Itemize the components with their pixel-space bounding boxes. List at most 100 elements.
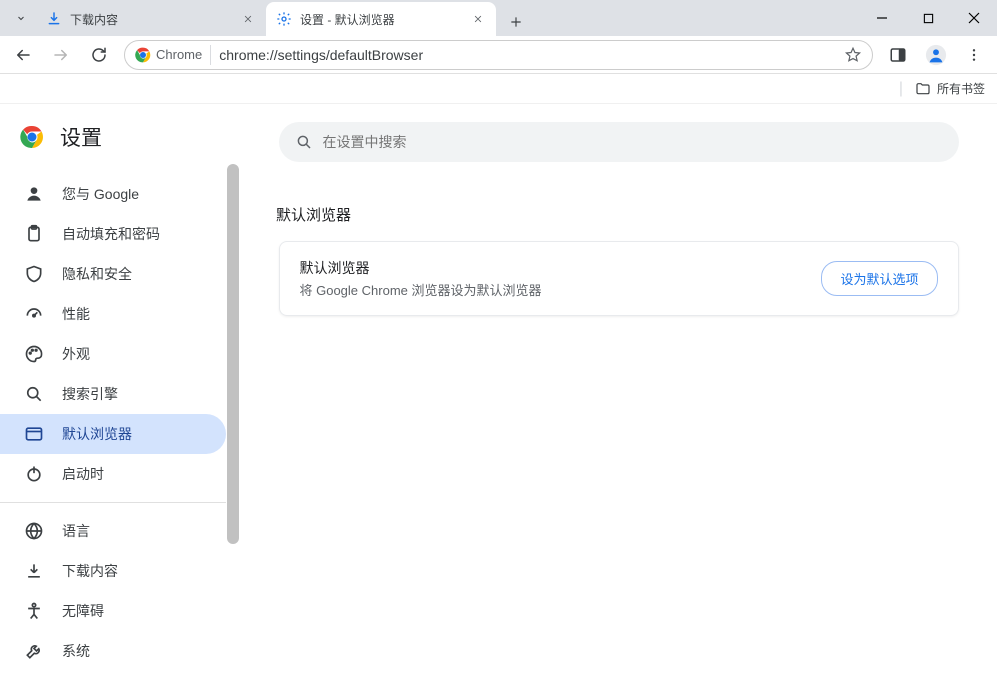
sidebar-item-label: 下载内容 xyxy=(62,561,118,581)
default-browser-card: 默认浏览器 将 Google Chrome 浏览器设为默认浏览器 设为默认选项 xyxy=(279,241,959,316)
palette-icon xyxy=(24,344,44,364)
page-title: 设置 xyxy=(60,122,102,152)
chrome-icon xyxy=(135,47,151,63)
sidebar-item-autofill[interactable]: 自动填充和密码 xyxy=(0,214,226,254)
close-window-button[interactable] xyxy=(951,0,997,36)
accessibility-icon xyxy=(24,601,44,621)
nav-list: 您与 Google 自动填充和密码 隐私和安全 性能 外观 搜索引擎 xyxy=(0,174,240,671)
arrow-left-icon xyxy=(14,46,32,64)
card-title: 默认浏览器 xyxy=(300,258,542,278)
arrow-right-icon xyxy=(52,46,70,64)
forward-button[interactable] xyxy=(44,38,78,72)
wrench-icon xyxy=(24,641,44,661)
sidebar-item-accessibility[interactable]: 无障碍 xyxy=(0,591,226,631)
sidebar-item-languages[interactable]: 语言 xyxy=(0,511,226,551)
star-icon xyxy=(844,46,862,64)
search-icon xyxy=(24,384,44,404)
settings-brand: 设置 xyxy=(0,122,240,174)
minimize-button[interactable] xyxy=(859,0,905,36)
sidebar-item-default-browser[interactable]: 默认浏览器 xyxy=(0,414,226,454)
side-panel-icon xyxy=(889,46,907,64)
globe-icon xyxy=(24,521,44,541)
divider xyxy=(0,502,226,503)
scrollbar-thumb[interactable] xyxy=(227,164,239,544)
sidebar-item-label: 外观 xyxy=(62,344,90,364)
sidebar-item-search-engine[interactable]: 搜索引擎 xyxy=(0,374,226,414)
tab-search-button[interactable] xyxy=(6,0,36,36)
new-tab-button[interactable] xyxy=(502,8,530,36)
maximize-icon xyxy=(923,13,934,24)
menu-button[interactable] xyxy=(957,38,991,72)
sidebar-item-label: 默认浏览器 xyxy=(62,424,132,444)
speedometer-icon xyxy=(24,304,44,324)
url-text: chrome://settings/defaultBrowser xyxy=(219,47,423,63)
sidebar-item-you-and-google[interactable]: 您与 Google xyxy=(0,174,226,214)
all-bookmarks-label: 所有书签 xyxy=(937,80,985,97)
sidebar-item-label: 您与 Google xyxy=(62,184,139,204)
sidebar-item-label: 隐私和安全 xyxy=(62,264,132,284)
bookmarks-bar: | 所有书签 xyxy=(0,74,997,104)
chevron-down-icon xyxy=(15,12,27,24)
browser-icon xyxy=(24,424,44,444)
side-panel-button[interactable] xyxy=(881,38,915,72)
search-icon xyxy=(295,133,313,151)
close-icon[interactable] xyxy=(470,11,486,27)
settings-page: 设置 您与 Google 自动填充和密码 隐私和安全 性能 外观 xyxy=(0,104,997,675)
sidebar-item-label: 自动填充和密码 xyxy=(62,224,160,244)
make-default-button[interactable]: 设为默认选项 xyxy=(821,261,937,296)
clipboard-icon xyxy=(24,224,44,244)
tab-title: 设置 - 默认浏览器 xyxy=(300,11,462,28)
download-icon xyxy=(24,561,44,581)
bookmark-star-button[interactable] xyxy=(844,46,862,64)
settings-sidebar: 设置 您与 Google 自动填充和密码 隐私和安全 性能 外观 xyxy=(0,104,240,675)
sidebar-item-system[interactable]: 系统 xyxy=(0,631,226,671)
settings-main: 默认浏览器 默认浏览器 将 Google Chrome 浏览器设为默认浏览器 设… xyxy=(240,104,997,675)
sidebar-item-downloads[interactable]: 下载内容 xyxy=(0,551,226,591)
sidebar-item-performance[interactable]: 性能 xyxy=(0,294,226,334)
toolbar: Chrome chrome://settings/defaultBrowser xyxy=(0,36,997,74)
window-controls xyxy=(859,0,997,36)
tab-strip: 下载内容 设置 - 默认浏览器 xyxy=(0,0,997,36)
sidebar-item-label: 性能 xyxy=(62,304,90,324)
reload-button[interactable] xyxy=(82,38,116,72)
back-button[interactable] xyxy=(6,38,40,72)
maximize-button[interactable] xyxy=(905,0,951,36)
divider: | xyxy=(899,80,903,98)
reload-icon xyxy=(90,46,108,64)
sidebar-item-label: 语言 xyxy=(62,521,90,541)
chip-label: Chrome xyxy=(156,47,202,62)
tab-title: 下载内容 xyxy=(70,11,232,28)
sidebar-item-label: 无障碍 xyxy=(62,601,104,621)
close-icon xyxy=(968,12,980,24)
card-text: 默认浏览器 将 Google Chrome 浏览器设为默认浏览器 xyxy=(300,258,542,299)
profile-button[interactable] xyxy=(919,38,953,72)
shield-icon xyxy=(24,264,44,284)
gear-icon xyxy=(276,11,292,27)
scrollbar[interactable] xyxy=(226,164,240,675)
section-title: 默认浏览器 xyxy=(276,204,956,225)
download-icon xyxy=(46,11,62,27)
folder-icon xyxy=(915,81,931,97)
sidebar-item-label: 系统 xyxy=(62,641,90,661)
settings-search[interactable] xyxy=(279,122,959,162)
sidebar-item-privacy[interactable]: 隐私和安全 xyxy=(0,254,226,294)
sidebar-item-label: 启动时 xyxy=(62,464,104,484)
chrome-icon xyxy=(20,125,44,149)
kebab-icon xyxy=(966,47,982,63)
all-bookmarks-button[interactable]: 所有书签 xyxy=(915,80,985,97)
tab-downloads[interactable]: 下载内容 xyxy=(36,2,266,36)
sidebar-item-label: 搜索引擎 xyxy=(62,384,118,404)
tab-settings[interactable]: 设置 - 默认浏览器 xyxy=(266,2,496,36)
sidebar-item-appearance[interactable]: 外观 xyxy=(0,334,226,374)
plus-icon xyxy=(509,15,523,29)
person-icon xyxy=(24,184,44,204)
sidebar-item-on-startup[interactable]: 启动时 xyxy=(0,454,226,494)
site-info-chip[interactable]: Chrome xyxy=(135,45,211,65)
search-input[interactable] xyxy=(323,134,943,150)
omnibox[interactable]: Chrome chrome://settings/defaultBrowser xyxy=(124,40,873,70)
close-icon[interactable] xyxy=(240,11,256,27)
profile-icon xyxy=(925,44,947,66)
power-icon xyxy=(24,464,44,484)
card-subtitle: 将 Google Chrome 浏览器设为默认浏览器 xyxy=(300,280,542,299)
minimize-icon xyxy=(876,12,888,24)
